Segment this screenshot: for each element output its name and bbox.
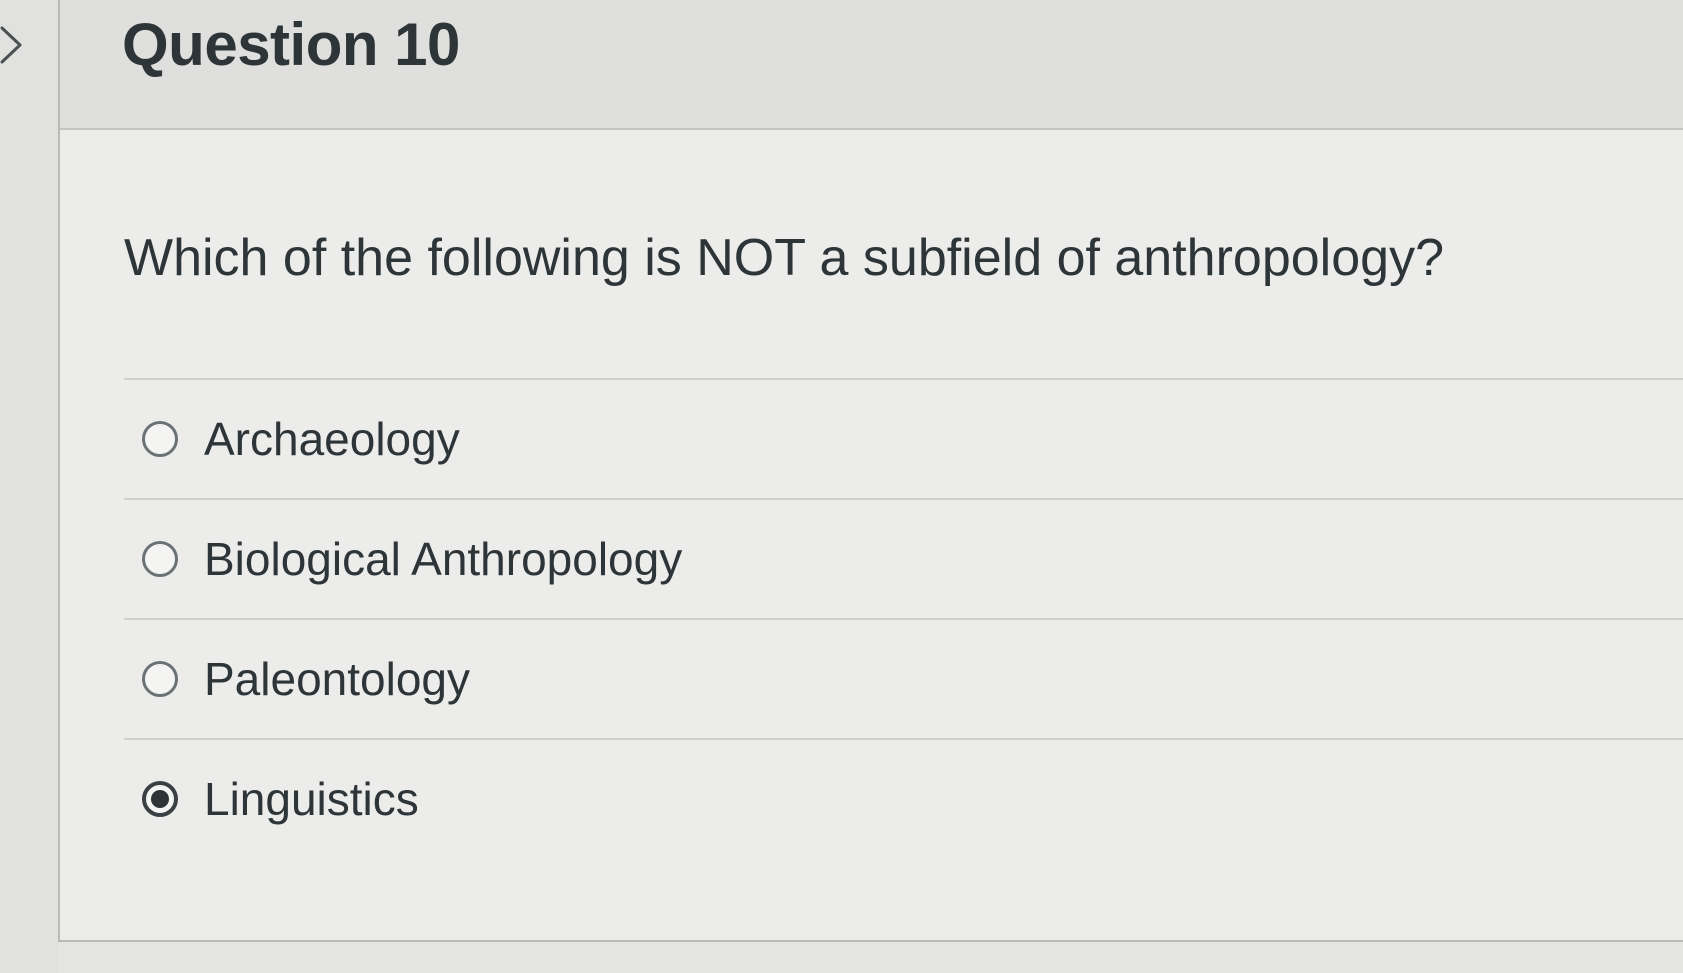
left-gutter [0,0,58,973]
answer-label[interactable]: Archaeology [204,412,460,466]
chevron-right-icon[interactable] [0,22,32,68]
answer-option-paleontology[interactable]: Paleontology [124,618,1683,738]
radio-button-selected[interactable] [142,781,178,817]
radio-button[interactable] [142,421,178,457]
question-text: Which of the following is NOT a subfield… [124,229,1444,287]
question-header: Question 10 [60,0,1683,130]
answer-option-archaeology[interactable]: Archaeology [124,378,1683,498]
answer-option-linguistics[interactable]: Linguistics [124,738,1683,858]
answer-list: Archaeology Biological Anthropology Pale… [124,378,1683,858]
quiz-page: Question 10 Which of the following is NO… [0,0,1683,973]
radio-button[interactable] [142,541,178,577]
answer-label[interactable]: Linguistics [204,772,419,826]
question-card: Question 10 Which of the following is NO… [58,0,1683,942]
answer-label[interactable]: Biological Anthropology [204,532,682,586]
answer-label[interactable]: Paleontology [204,652,470,706]
radio-button[interactable] [142,661,178,697]
question-title: Question 10 [122,11,460,78]
answer-option-biological-anthropology[interactable]: Biological Anthropology [124,498,1683,618]
